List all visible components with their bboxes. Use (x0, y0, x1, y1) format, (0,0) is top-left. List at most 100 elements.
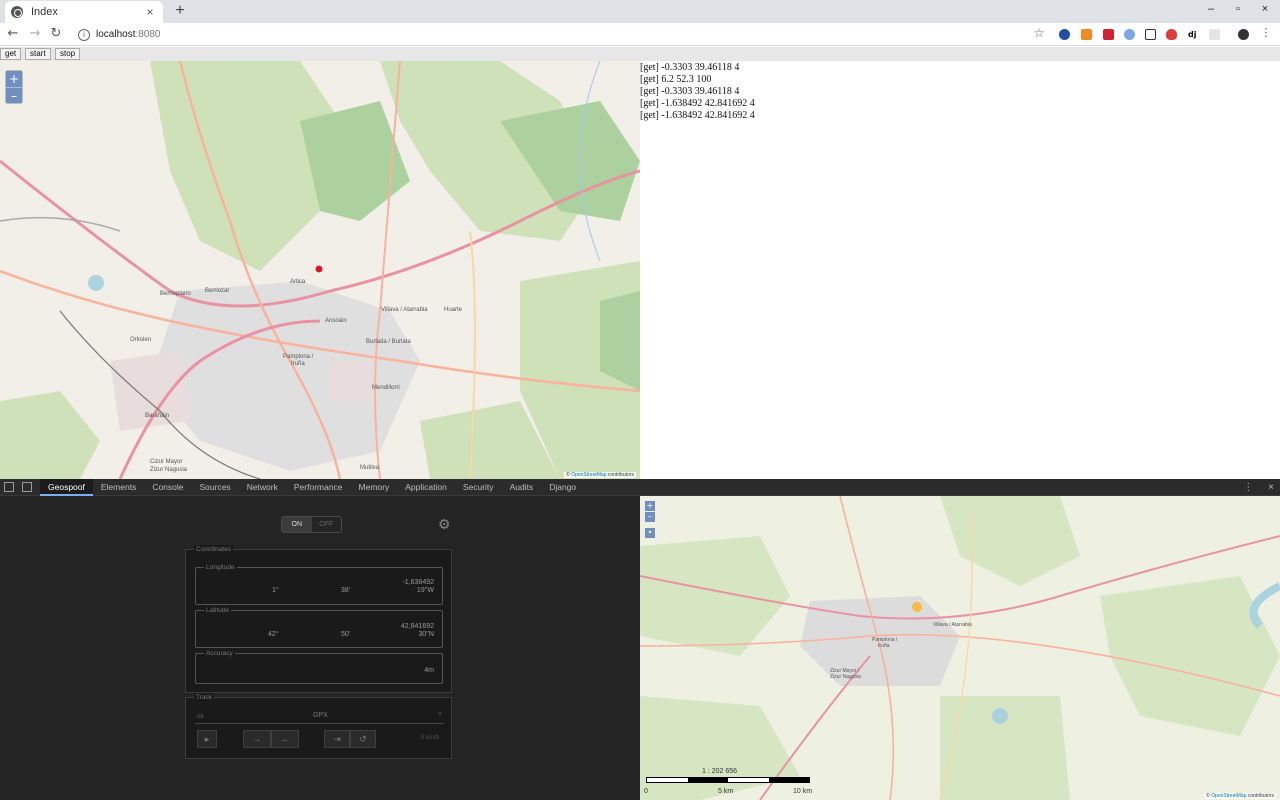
stop-button[interactable]: stop (55, 48, 81, 60)
address-bar[interactable]: i localhost:8080 (74, 25, 1044, 44)
tab-application[interactable]: Application (397, 479, 455, 496)
scale-ratio: 1 : 202 656 (702, 768, 738, 775)
map-tiles: Pamplona / Iruña Villava / Atarrabia Ziz… (640, 496, 1280, 800)
forward-icon[interactable]: → (27, 26, 43, 41)
django-extension-icon[interactable]: dj (1188, 29, 1199, 40)
extension-icon[interactable] (1124, 29, 1135, 40)
latitude-degrees: 42° (268, 631, 279, 638)
bookmark-star-icon[interactable]: ☆ (1031, 26, 1047, 40)
accuracy-field[interactable]: Accuracy 4m (195, 649, 443, 684)
devtools-controls: ⋮ × (1243, 479, 1274, 496)
accuracy-label: Accuracy (204, 649, 235, 658)
osm-link[interactable]: OpenStreetMap (1211, 793, 1246, 799)
svg-text:Mendillorri: Mendillorri (372, 385, 400, 391)
longitude-minutes: 38' (341, 587, 351, 594)
forward-icon[interactable]: → (243, 730, 271, 748)
latitude-label: Latitude (204, 606, 232, 615)
extension-icon[interactable] (1103, 29, 1114, 40)
bottom-map[interactable]: Pamplona / Iruña Villava / Atarrabia Ziz… (640, 496, 1280, 800)
back-icon[interactable]: ← (5, 26, 21, 41)
menu-kebab-icon[interactable]: ⋮ (1258, 26, 1274, 39)
longitude-value: -1,638492 (402, 579, 434, 586)
loop-icon[interactable]: ↺ (350, 730, 376, 748)
backward-icon[interactable]: ← (271, 730, 299, 748)
attribution-suffix: contributors (606, 472, 634, 478)
tab-geospoof[interactable]: Geospoof (40, 478, 93, 496)
tab-elements[interactable]: Elements (93, 479, 144, 496)
scale-label-5km: 5 km (718, 788, 734, 795)
tab-audits[interactable]: Audits (502, 479, 542, 496)
tab-sources[interactable]: Sources (192, 479, 239, 496)
locate-button[interactable]: • (645, 528, 655, 538)
tab-console[interactable]: Console (144, 479, 191, 496)
speed-value: 0 km/h (421, 735, 440, 741)
folder-icon[interactable]: ▭ (197, 712, 204, 720)
top-map[interactable]: Pamplona / Iruña Burlada / Burlata Villa… (0, 61, 640, 479)
svg-text:Villava / Atarrabia: Villava / Atarrabia (933, 622, 972, 628)
extension-icon[interactable] (1081, 29, 1092, 40)
scale-label-0: 0 (644, 788, 648, 795)
osm-link[interactable]: OpenStreetMap (571, 472, 606, 478)
minimize-button[interactable]: – (1201, 3, 1221, 15)
zoom-in-button[interactable]: + (6, 71, 22, 87)
clear-track-icon[interactable]: × (438, 711, 442, 718)
close-window-button[interactable]: × (1255, 3, 1275, 15)
svg-text:Iruña: Iruña (291, 361, 305, 367)
zoom-out-button[interactable]: – (645, 512, 655, 522)
tab-performance[interactable]: Performance (286, 479, 351, 496)
browser-tab-strip: Index × + – ▫ × (0, 0, 1280, 23)
zoom-in-button[interactable]: + (645, 501, 655, 511)
map-attribution: © OpenStreetMap contributors (1204, 793, 1276, 799)
inspect-element-icon[interactable] (4, 482, 14, 492)
track-fieldset: Track ▭ GPX × ▸ → ← ⇥ ↺ 0 km/h (185, 693, 452, 759)
latitude-minutes: 50' (341, 631, 351, 638)
tab-network[interactable]: Network (239, 479, 286, 496)
play-icon[interactable]: ▸ (197, 730, 217, 748)
skip-to-end-icon[interactable]: ⇥ (324, 730, 350, 748)
tab-memory[interactable]: Memory (351, 479, 398, 496)
start-button[interactable]: start (25, 48, 51, 60)
tab-close-button[interactable]: × (143, 5, 157, 19)
log-panel: [get] -0.3303 39.46118 4 [get] 6.2 52.3 … (640, 61, 1280, 479)
devtools-menu-icon[interactable]: ⋮ (1243, 482, 1253, 493)
devtools-close-icon[interactable]: × (1268, 482, 1274, 493)
extension-icon[interactable] (1145, 29, 1156, 40)
svg-text:Cizur Mayor: Cizur Mayor (150, 459, 182, 465)
tab-security[interactable]: Security (455, 479, 502, 496)
browser-toolbar: ← → ↻ i localhost:8080 ☆ dj ⋮ (0, 23, 1280, 46)
accuracy-value: 4m (424, 667, 434, 674)
new-tab-button[interactable]: + (172, 2, 188, 20)
gear-icon[interactable]: ⚙ (438, 516, 451, 533)
svg-text:Berriozar: Berriozar (205, 288, 229, 294)
url-port: :8080 (135, 29, 161, 40)
maximize-button[interactable]: ▫ (1228, 3, 1248, 15)
device-toolbar-icon[interactable] (22, 482, 32, 492)
extension-icon[interactable] (1209, 29, 1220, 40)
scale-label-10km: 10 km (793, 788, 813, 795)
log-line: [get] -0.3303 39.46118 4 (640, 86, 740, 97)
on-off-toggle[interactable]: ON OFF (281, 516, 342, 533)
globe-icon (11, 6, 23, 18)
tab-django[interactable]: Django (541, 479, 584, 496)
extension-icon[interactable] (1059, 29, 1070, 40)
account-icon[interactable] (1238, 29, 1249, 40)
map-zoom-control: + – (5, 70, 23, 104)
reload-icon[interactable]: ↻ (48, 26, 64, 41)
latitude-field[interactable]: Latitude 42,841692 42° 50' 30''N (195, 606, 443, 648)
toggle-off[interactable]: OFF (312, 517, 342, 532)
svg-text:Pamplona /: Pamplona / (283, 354, 314, 360)
devtools-tab-bar: Geospoof Elements Console Sources Networ… (0, 478, 1280, 496)
longitude-field[interactable]: Longitude -1,638492 1° 38' 19''W (195, 563, 443, 605)
toggle-on[interactable]: ON (282, 517, 312, 532)
browser-tab[interactable]: Index × (5, 1, 163, 23)
extension-icon[interactable] (1166, 29, 1177, 40)
get-button[interactable]: get (0, 48, 22, 60)
longitude-degrees: 1° (272, 587, 279, 594)
svg-text:Ansoáin: Ansoáin (325, 318, 347, 324)
zoom-out-button[interactable]: – (6, 87, 22, 103)
info-icon[interactable]: i (78, 28, 90, 41)
svg-text:Mutilva: Mutilva (360, 465, 380, 471)
longitude-seconds: 19''W (416, 587, 434, 594)
log-line: [get] -0.3303 39.46118 4 (640, 62, 740, 73)
track-format: GPX (313, 712, 328, 719)
